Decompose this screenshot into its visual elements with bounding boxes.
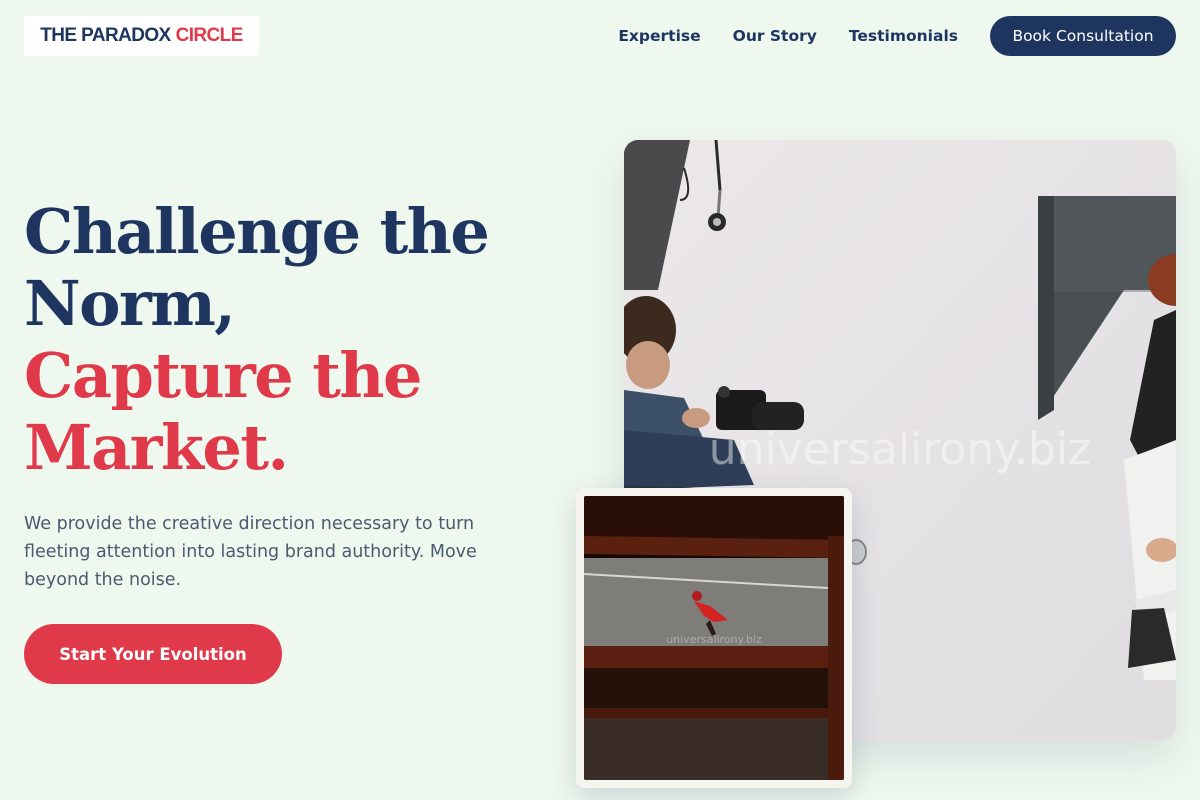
brand-name: THE PARADOX xyxy=(40,25,171,46)
headline-line-3: Capture the xyxy=(24,339,422,412)
hero-photo-street-frame: universalirony.biz xyxy=(576,488,852,788)
main-photo-watermark: universalirony.biz xyxy=(709,424,1091,475)
start-evolution-button[interactable]: Start Your Evolution xyxy=(24,624,282,684)
brand-name-accent: CIRCLE xyxy=(175,25,244,46)
hero-lead-text: We provide the creative direction necess… xyxy=(24,514,477,590)
hero-photo-street: universalirony.biz xyxy=(584,496,844,780)
nav-link-testimonials[interactable]: Testimonials xyxy=(849,27,958,45)
small-photo-watermark: universalirony.biz xyxy=(666,633,762,646)
nav-link-our-story[interactable]: Our Story xyxy=(733,27,817,45)
brand-logo[interactable]: THE PARADOX CIRCLE xyxy=(24,16,259,56)
main-nav: Expertise Our Story Testimonials Book Co… xyxy=(618,16,1176,56)
headline-line-1: Challenge the xyxy=(24,195,490,268)
hero-headline: Challenge the Norm, Capture the Market. xyxy=(24,196,584,484)
nav-link-expertise[interactable]: Expertise xyxy=(618,27,700,45)
book-consultation-button[interactable]: Book Consultation xyxy=(990,16,1176,56)
headline-line-4: Market. xyxy=(24,411,289,484)
headline-line-2: Norm, xyxy=(24,267,236,340)
